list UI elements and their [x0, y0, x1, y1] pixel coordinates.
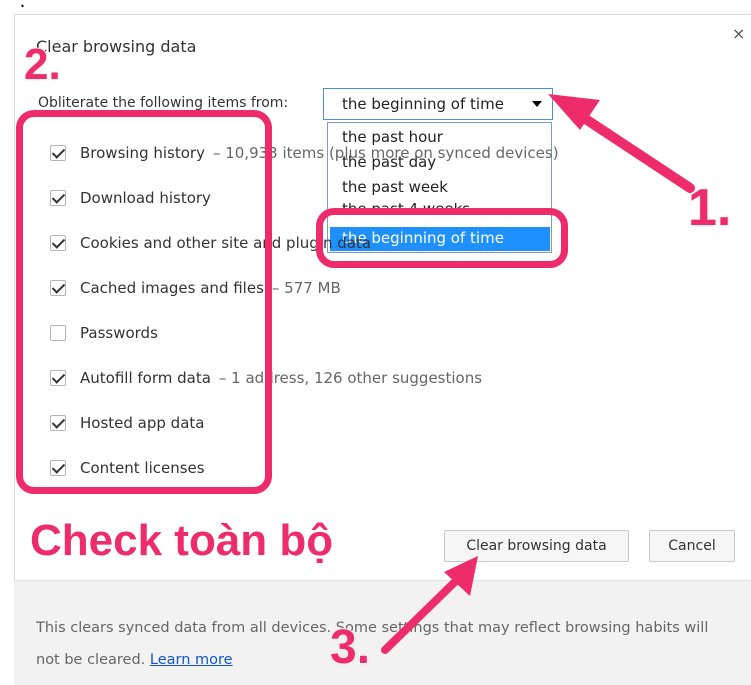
arrow-1-icon — [548, 94, 695, 193]
arrow-3-icon — [381, 556, 478, 654]
annotation-arrows — [381, 94, 695, 654]
